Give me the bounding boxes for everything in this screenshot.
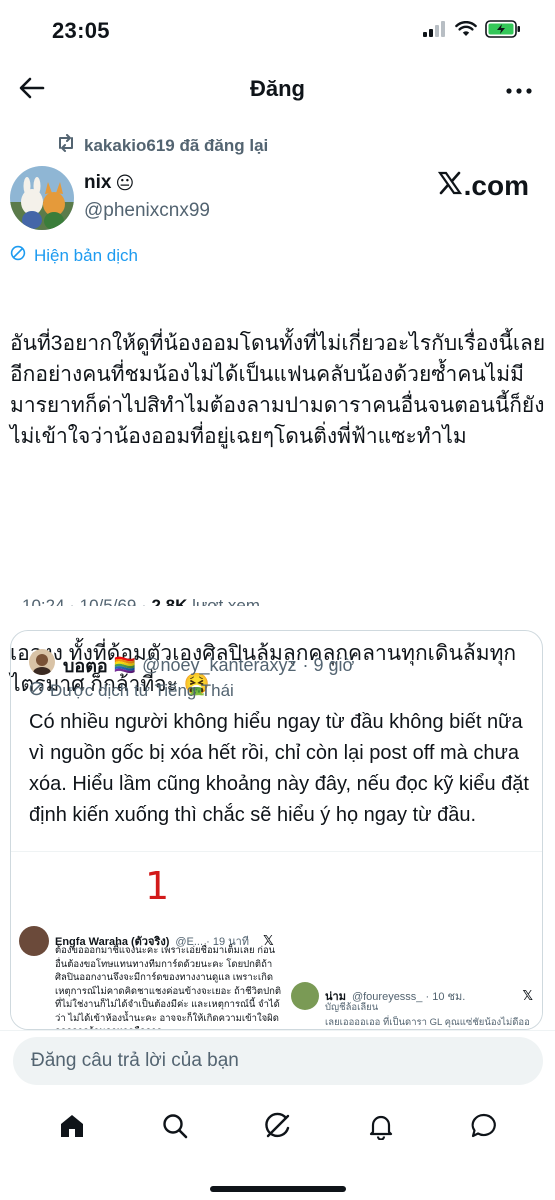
- wifi-icon: [455, 20, 477, 42]
- quoted-author-name: บอตอ: [63, 656, 108, 676]
- page-title: Đăng: [250, 76, 305, 101]
- home-icon: [58, 1112, 86, 1145]
- show-translation-link[interactable]: Hiện bản dịch: [10, 245, 138, 266]
- author-emoji: 😐: [115, 172, 135, 193]
- translate-icon: [29, 681, 44, 701]
- reply-input[interactable]: [13, 1037, 543, 1085]
- bottom-nav: [0, 1098, 555, 1158]
- quoted-header: บอตอ 🏳️‍🌈 @noey_kanteraxyz · 9 giờ: [63, 651, 354, 680]
- post-meta: 10:24 · 10/5/69 · 2,8K lượt xem: [22, 592, 260, 606]
- author-name: nix: [84, 172, 112, 193]
- author-avatar[interactable]: [10, 166, 74, 230]
- more-options-button[interactable]: [501, 74, 537, 106]
- search-icon: [161, 1112, 189, 1145]
- embedded-text: เลยเออออเออ ที่เป็นดารา GL คุณแซ่ชัยน้อง…: [325, 1017, 530, 1028]
- quoted-author-avatar: [29, 649, 55, 675]
- x-logo-icon: 𝕏: [522, 988, 533, 1003]
- embedded-post-a: Engfa Waraha (ตัวจริง) @E... · 19 นาที 𝕏…: [19, 926, 291, 1029]
- notifications-icon: [367, 1112, 395, 1145]
- quoted-body: Có nhiều người không hiểu ngay từ đầu kh…: [29, 711, 529, 826]
- embedded-text: ต้องขอออกมาชี้แจงนะคะ เพราะเอ่ยชื่อมาเต็…: [55, 945, 282, 1029]
- author-name-row[interactable]: nix 😐: [84, 172, 134, 194]
- quoted-image[interactable]: 1 Engfa Waraha (ตัวจริง) @E... · 19 นาที…: [11, 851, 542, 1029]
- embedded-avatar: [19, 926, 49, 956]
- status-icons: [423, 20, 521, 43]
- quoted-post-card[interactable]: บอตอ 🏳️‍🌈 @noey_kanteraxyz · 9 giờ Được …: [10, 630, 543, 1030]
- quoted-author-flag: 🏳️‍🌈: [113, 655, 137, 675]
- post-views-label: lượt xem: [192, 596, 261, 606]
- translate-label: Hiện bản dịch: [34, 245, 138, 265]
- embedded-post-b: น่าม @foureyesss_ · 10 ชม. 𝕏 บัญชีล้อเลี…: [291, 982, 541, 1029]
- x-logo-icon: [437, 170, 462, 202]
- home-indicator: [210, 1186, 346, 1192]
- top-header: Đăng: [0, 62, 555, 118]
- post-views-count: 2,8K: [151, 596, 188, 606]
- reply-bar: [0, 1030, 555, 1098]
- nav-messages[interactable]: [456, 1103, 512, 1153]
- arrow-left-icon: [19, 77, 45, 104]
- translate-icon: [10, 245, 26, 266]
- source-badge-text: .com: [463, 170, 529, 201]
- nav-home[interactable]: [44, 1103, 100, 1153]
- battery-charging-icon: [485, 20, 521, 43]
- post-paragraph-1: อันที่3อยากให้ดูที่น้องออมโดนทั้งที่ไม่เ…: [10, 332, 546, 448]
- repost-text: kakakio619 đã đăng lại: [84, 135, 269, 155]
- messages-icon: [470, 1112, 498, 1145]
- nav-search[interactable]: [147, 1103, 203, 1153]
- quoted-translated-label: Được dịch từ Tiếng Thái: [29, 681, 234, 701]
- grok-icon: [264, 1112, 292, 1145]
- image-number-label: 1: [145, 864, 170, 908]
- signal-icon: [423, 21, 447, 42]
- author-handle[interactable]: @phenixcnx99: [84, 200, 210, 222]
- back-button[interactable]: [16, 74, 48, 106]
- repost-indicator[interactable]: kakakio619 đã đăng lại: [56, 134, 268, 157]
- repost-icon: [56, 134, 76, 157]
- embedded-avatar: [291, 982, 319, 1010]
- nav-notifications[interactable]: [353, 1103, 409, 1153]
- source-badge: .com: [437, 170, 529, 202]
- status-bar: 23:05: [0, 0, 555, 62]
- more-horizontal-icon: [506, 81, 532, 99]
- quoted-author-handle: @noey_kanteraxyz: [142, 655, 297, 675]
- nav-grok[interactable]: [250, 1103, 306, 1153]
- quoted-time: · 9 giờ: [302, 655, 355, 675]
- quoted-translated-text: Được dịch từ Tiếng Thái: [50, 681, 234, 700]
- status-time: 23:05: [52, 18, 110, 43]
- post-timestamp: 10:24 · 10/5/69 ·: [22, 596, 152, 606]
